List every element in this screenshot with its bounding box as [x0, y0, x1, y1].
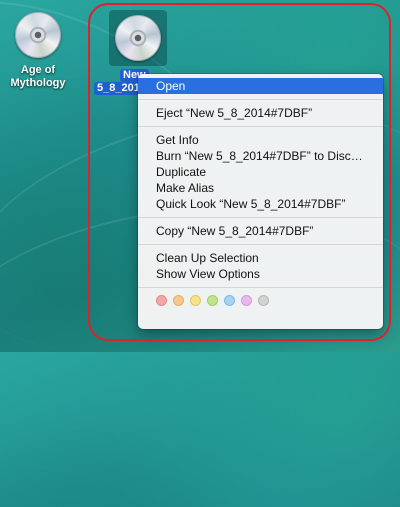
desktop-icon-age-of-mythology[interactable]: Age of Mythology [6, 12, 70, 90]
cd-disc-icon [15, 12, 61, 58]
desktop-icon-label: Age of Mythology [10, 64, 66, 89]
annotation-outline [88, 3, 391, 341]
